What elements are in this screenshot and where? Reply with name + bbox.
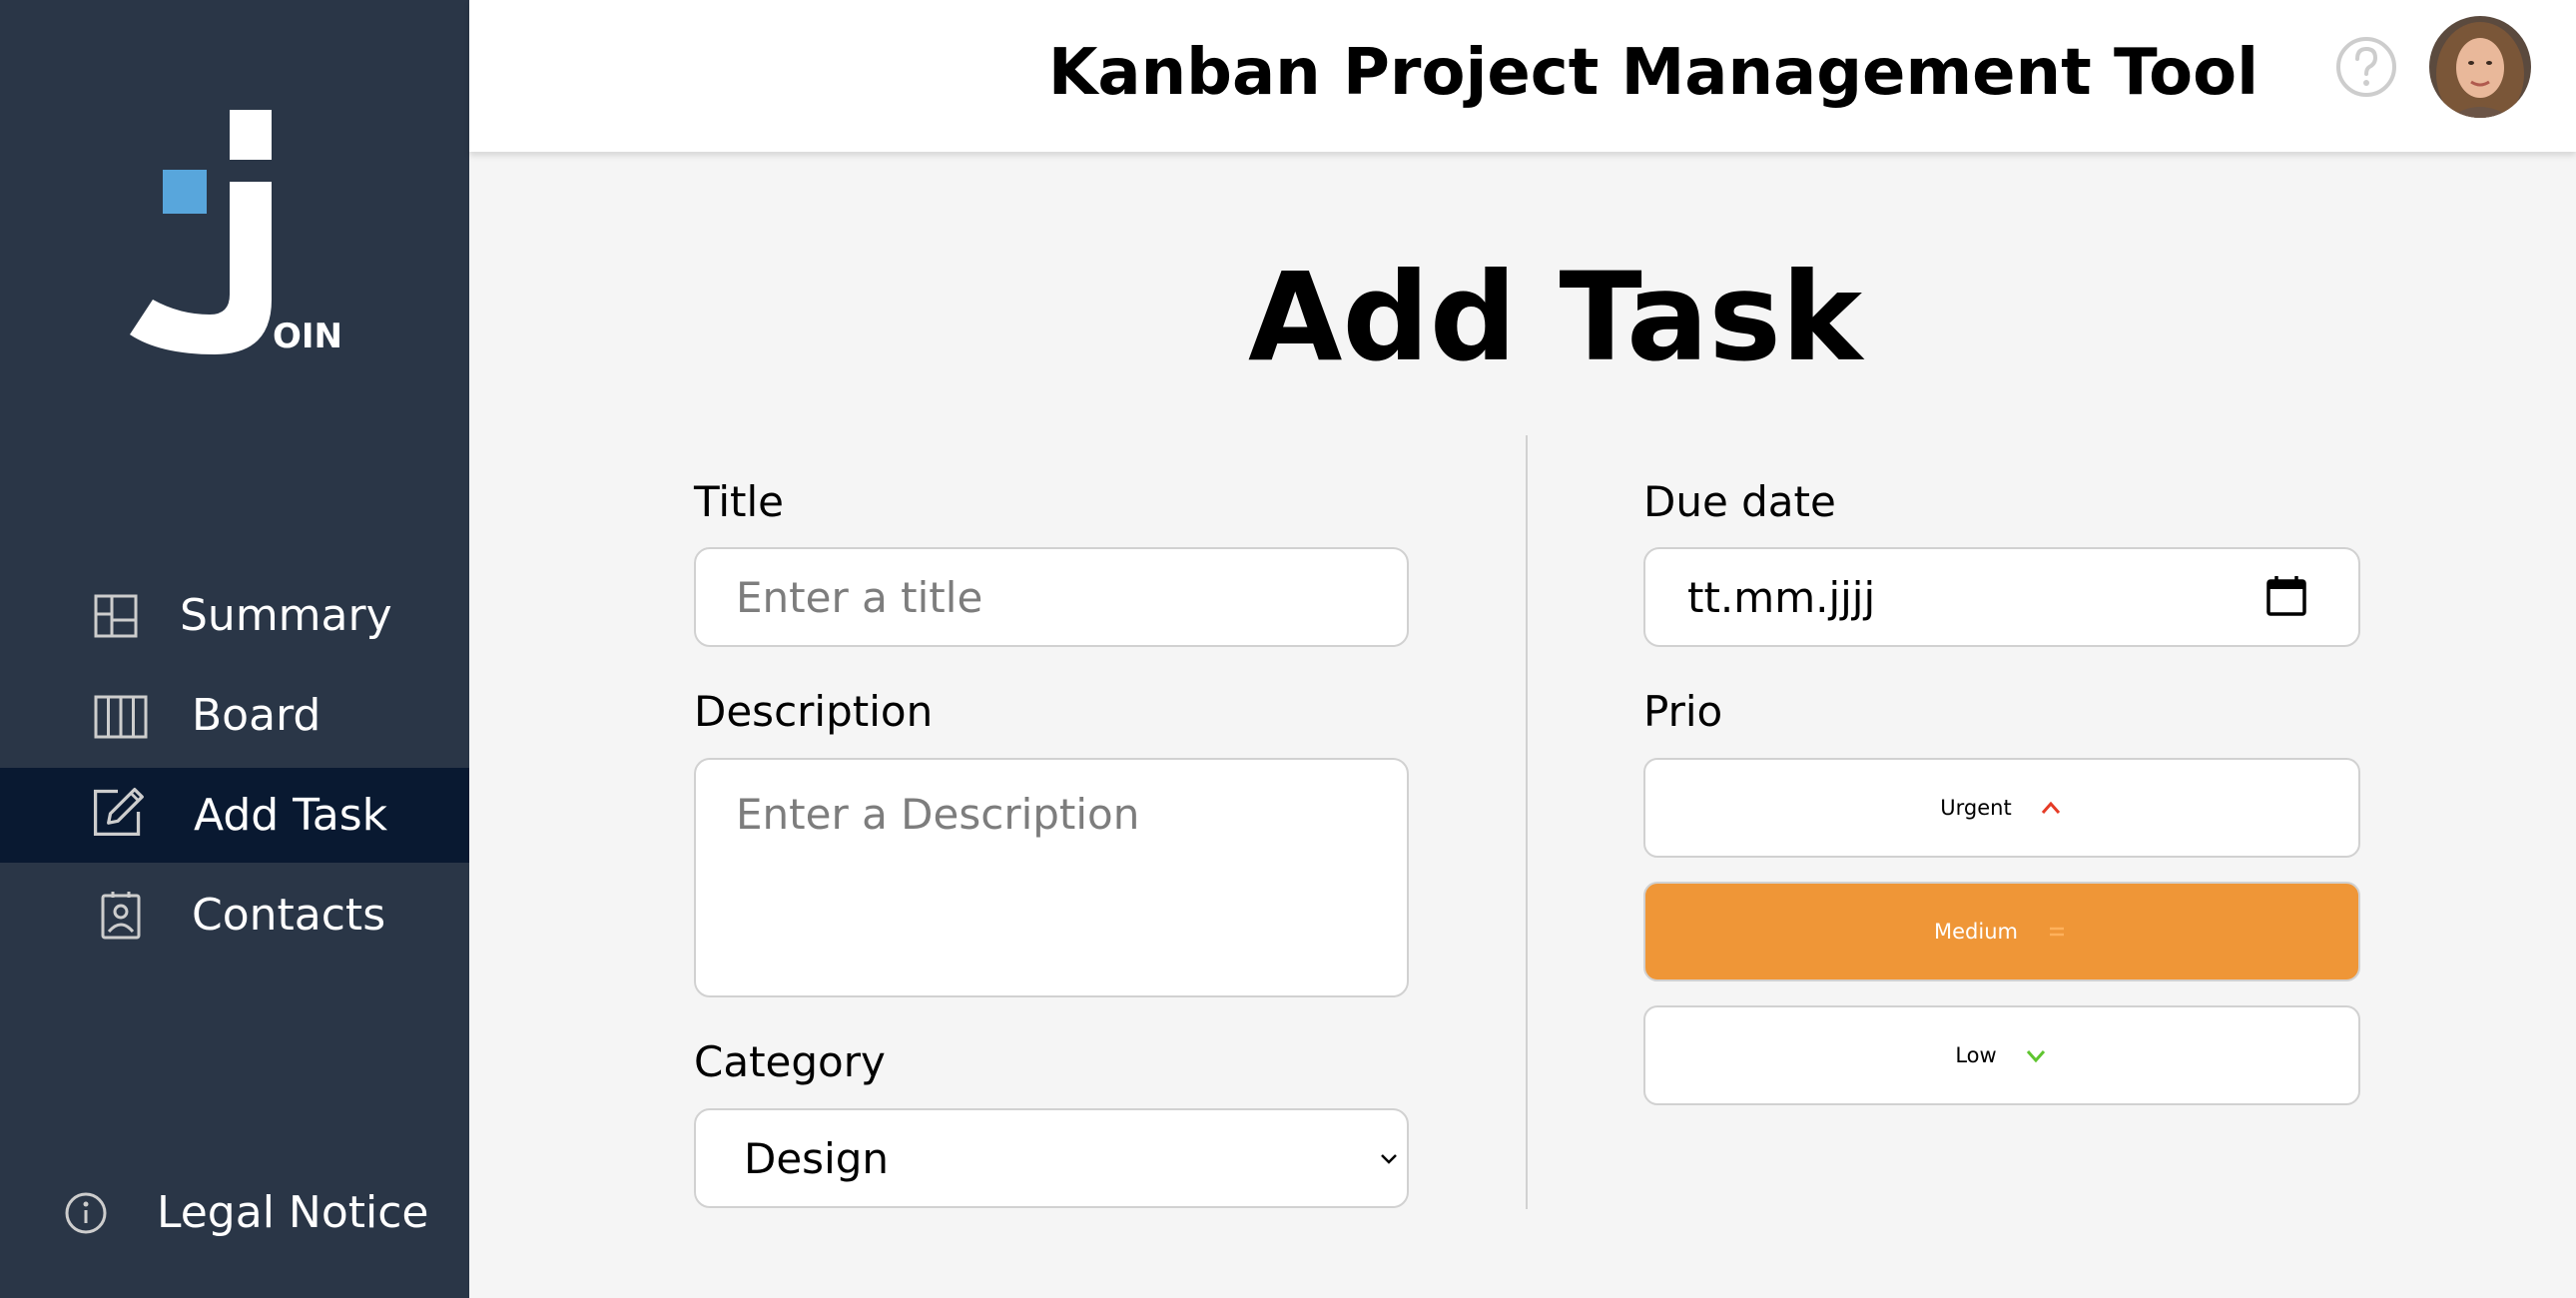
app-title: Kanban Project Management Tool — [1047, 36, 2258, 110]
category-label: Category — [694, 1037, 886, 1086]
sidebar: OIN Summary Board Add Task Contacts Lega… — [0, 0, 469, 1298]
equals-icon — [2049, 927, 2064, 937]
sidebar-item-label: Contacts — [192, 890, 386, 941]
sidebar-item-summary[interactable]: Summary — [0, 568, 469, 663]
prio-medium-label: Medium — [1934, 920, 2018, 944]
category-value: Design — [744, 1133, 890, 1183]
add-task-icon — [90, 784, 146, 840]
help-icon[interactable] — [2334, 35, 2398, 99]
prio-label: Prio — [1643, 687, 1723, 736]
info-icon — [58, 1185, 114, 1241]
top-header: Kanban Project Management Tool — [469, 0, 2576, 152]
due-date-input[interactable]: tt.mm.jjjj — [1643, 547, 2360, 647]
legal-notice-link[interactable]: Legal Notice — [0, 1165, 469, 1260]
sidebar-item-board[interactable]: Board — [0, 668, 469, 763]
column-divider — [1526, 435, 1528, 1209]
due-date-value: tt.mm.jjjj — [1687, 572, 1876, 622]
sidebar-item-label: Summary — [180, 590, 392, 641]
sidebar-item-label: Add Task — [194, 790, 388, 841]
description-label: Description — [694, 687, 934, 736]
sidebar-item-add-task[interactable]: Add Task — [0, 768, 469, 863]
legal-notice-label: Legal Notice — [157, 1187, 429, 1238]
prio-urgent-button[interactable]: Urgent — [1643, 758, 2360, 858]
arrow-down-icon — [2026, 1050, 2045, 1063]
prio-urgent-label: Urgent — [1940, 796, 2012, 820]
svg-text:OIN: OIN — [273, 317, 342, 356]
board-icon — [93, 688, 149, 744]
prio-low-label: Low — [1955, 1043, 1997, 1067]
sidebar-item-label: Board — [192, 690, 322, 741]
prio-medium-button[interactable]: Medium — [1643, 882, 2360, 981]
summary-icon — [88, 588, 144, 644]
arrow-up-icon — [2041, 801, 2060, 814]
avatar[interactable] — [2429, 16, 2531, 118]
title-input[interactable] — [694, 547, 1409, 647]
title-label: Title — [694, 477, 785, 526]
description-input[interactable] — [694, 758, 1409, 997]
category-select[interactable]: Design — [694, 1108, 1409, 1208]
prio-low-button[interactable]: Low — [1643, 1005, 2360, 1105]
join-logo[interactable]: OIN — [125, 110, 344, 359]
due-date-label: Due date — [1643, 477, 1836, 526]
chevron-down-icon — [1381, 1154, 1397, 1164]
sidebar-item-contacts[interactable]: Contacts — [0, 868, 469, 963]
calendar-icon[interactable] — [2264, 574, 2308, 618]
page-title: Add Task — [1248, 247, 1863, 388]
contacts-icon — [93, 888, 149, 944]
